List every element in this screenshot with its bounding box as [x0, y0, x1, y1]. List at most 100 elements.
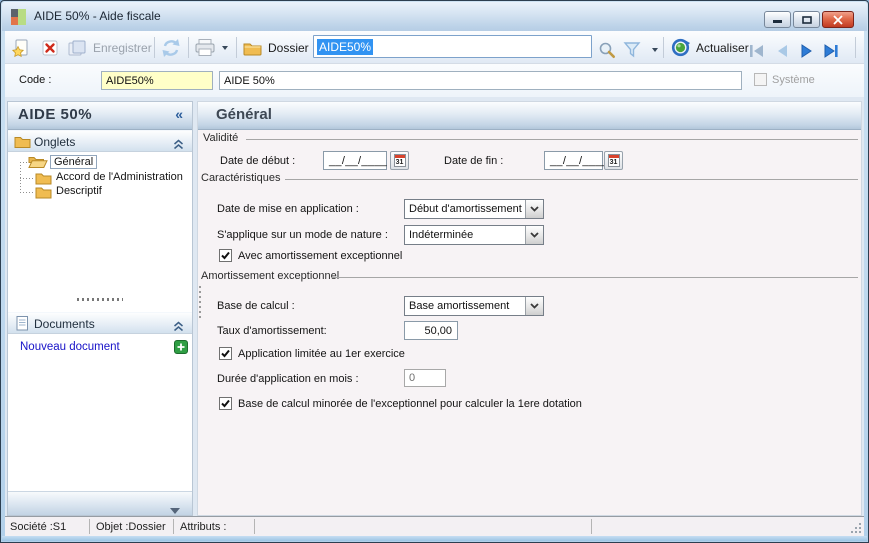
nature-mode-value: Indéterminée	[409, 229, 474, 241]
minimize-button[interactable]	[764, 11, 791, 28]
main-header: Général	[198, 102, 861, 130]
base-calcul-select[interactable]: Base amortissement	[404, 296, 544, 316]
sidebar-header: AIDE 50% «	[8, 102, 192, 130]
code-row: Code : Système	[5, 64, 864, 97]
sidebar: AIDE 50% « Onglets Général Accord de l'A…	[7, 101, 193, 516]
page-title: Général	[216, 106, 272, 123]
minored-base-checkbox-label: Base de calcul minorée de l'exceptionnel…	[238, 398, 582, 410]
base-calcul-label: Base de calcul :	[217, 300, 295, 312]
onglets-section-header[interactable]: Onglets	[8, 130, 192, 152]
collapse-sidebar-button[interactable]: «	[175, 106, 183, 122]
save-label: Enregistrer	[93, 40, 152, 55]
new-document-link[interactable]: Nouveau document	[20, 341, 120, 353]
sidebar-item-descriptif[interactable]: Descriptif	[56, 185, 102, 197]
dossier-button[interactable]: Dossier	[243, 35, 309, 60]
group-amortissement-label: Amortissement exceptionnel	[201, 270, 340, 282]
toolbar: Enregistrer Dossier AIDE50% Actualiser	[5, 31, 864, 64]
search-button[interactable]	[598, 37, 616, 62]
calendar-icon: 31	[607, 154, 620, 167]
status-separator	[89, 519, 90, 534]
collapse-section-icon[interactable]	[173, 319, 184, 337]
documents-section-header[interactable]: Documents	[8, 312, 192, 334]
exceptional-checkbox[interactable]	[219, 249, 232, 262]
next-record-icon	[801, 43, 812, 58]
search-input-selected-text: AIDE50%	[317, 38, 374, 55]
collapse-section-icon[interactable]	[173, 137, 184, 155]
documents-label: Documents	[34, 317, 95, 331]
close-icon	[833, 14, 843, 25]
code-field[interactable]	[101, 71, 213, 90]
tree-stub	[20, 178, 35, 179]
sidebar-splitter-handle[interactable]	[77, 298, 123, 301]
app-icon	[11, 8, 27, 26]
filter-icon	[623, 42, 641, 58]
dossier-label: Dossier	[268, 40, 309, 55]
splitter-dots[interactable]	[199, 286, 201, 320]
sidebar-title: AIDE 50%	[18, 106, 93, 123]
date-end-field[interactable]: __/__/____	[544, 151, 608, 170]
window-bottom-edge	[2, 536, 867, 541]
delete-button[interactable]	[40, 35, 60, 60]
chevron-down-icon[interactable]	[525, 297, 543, 315]
filter-button[interactable]	[623, 37, 658, 62]
save-button: Enregistrer	[67, 35, 152, 60]
system-checkbox	[754, 73, 767, 86]
restore-button[interactable]	[793, 11, 820, 28]
onglets-label: Onglets	[34, 135, 76, 149]
add-document-button[interactable]	[174, 340, 188, 359]
status-societe: Société :S1	[10, 521, 67, 533]
last-record-icon	[824, 43, 838, 58]
main-panel: Général Validité Date de début : __/__/_…	[197, 101, 862, 516]
taux-field[interactable]: 50,00	[404, 321, 458, 340]
date-end-label: Date de fin :	[444, 155, 504, 167]
print-button[interactable]	[194, 35, 228, 60]
status-separator	[173, 519, 174, 534]
search-input[interactable]: AIDE50%	[313, 35, 592, 58]
status-bar: Société :S1 Objet :Dossier Attributs :	[5, 516, 864, 536]
sidebar-footer	[8, 491, 192, 515]
last-record-button[interactable]	[821, 38, 841, 63]
date-end-calendar-button[interactable]: 31	[604, 151, 623, 170]
close-button[interactable]	[822, 11, 854, 28]
group-caracteristiques-label: Caractéristiques	[201, 172, 281, 184]
toolbar-separator	[188, 37, 189, 58]
resize-grip[interactable]	[849, 521, 861, 533]
save-icon	[68, 40, 86, 55]
toolbar-separator	[236, 37, 237, 58]
chevron-down-icon[interactable]	[525, 226, 543, 244]
search-icon	[599, 42, 615, 58]
name-field[interactable]	[219, 71, 742, 90]
refresh-button[interactable]	[160, 35, 182, 60]
window-title: AIDE 50% - Aide fiscale	[34, 9, 161, 23]
toolbar-separator	[663, 37, 664, 58]
filter-dropdown-icon[interactable]	[652, 47, 658, 52]
print-dropdown-icon[interactable]	[222, 45, 228, 50]
chevron-down-icon[interactable]	[525, 200, 543, 218]
minored-base-checkbox[interactable]	[219, 397, 232, 410]
check-icon	[221, 349, 230, 358]
first-year-checkbox[interactable]	[219, 347, 232, 360]
tree-stub	[20, 192, 35, 193]
code-label: Code :	[19, 74, 52, 86]
first-year-checkbox-label: Application limitée au 1er exercice	[238, 348, 405, 360]
sidebar-item-accord[interactable]: Accord de l'Administration	[56, 171, 183, 183]
date-start-field[interactable]: __/__/____	[323, 151, 387, 170]
new-button[interactable]	[11, 35, 31, 60]
folder-icon	[35, 185, 52, 204]
actualiser-label: Actualiser	[696, 40, 749, 55]
previous-record-icon	[778, 44, 787, 57]
app-window: AIDE 50% - Aide fiscale Enregistrer Doss…	[0, 0, 869, 543]
nature-mode-select[interactable]: Indéterminée	[404, 225, 544, 245]
minimize-icon	[772, 20, 782, 23]
check-icon	[221, 399, 230, 408]
taux-label: Taux d'amortissement:	[217, 325, 327, 337]
date-start-calendar-button[interactable]: 31	[390, 151, 409, 170]
actualiser-icon	[671, 38, 690, 57]
previous-record-button	[773, 38, 793, 63]
duree-label: Durée d'application en mois :	[217, 373, 359, 385]
actualiser-button[interactable]: Actualiser	[671, 35, 749, 60]
new-document-icon	[11, 39, 28, 57]
sidebar-item-general[interactable]: Général	[50, 155, 98, 169]
application-date-select[interactable]: Début d'amortissement	[404, 199, 544, 219]
next-record-button[interactable]	[797, 38, 817, 63]
